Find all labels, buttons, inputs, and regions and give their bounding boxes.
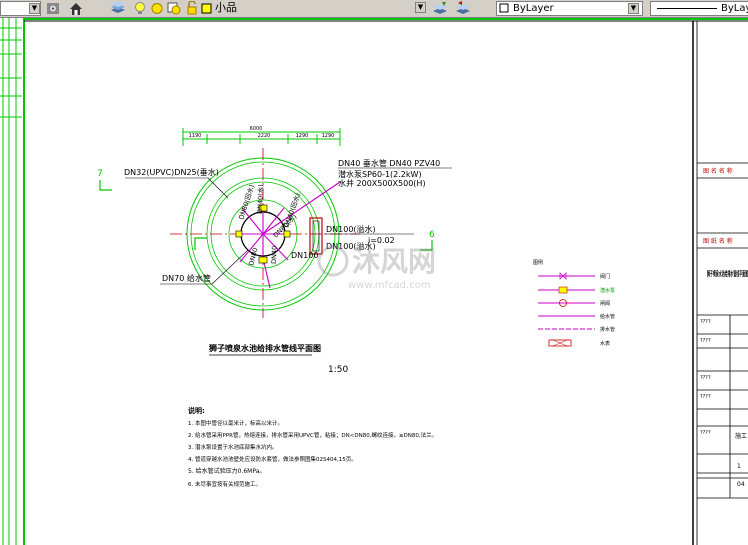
linetype-value: ByLayer: [721, 3, 748, 14]
radial-label-2: DN40(水): [255, 184, 265, 214]
legend-item-3: 闸阀: [600, 300, 610, 307]
left-dropdown[interactable]: ▼: [0, 1, 41, 16]
label-dn100-c: DN100: [291, 251, 318, 260]
note-3: 3. 潜水泵设置于水池底部集水坑内。: [188, 443, 278, 451]
notes: 说明: 1. 本图中管径以毫米计，标高以米计。 2. 给水管采用PPR管，热熔连…: [188, 406, 437, 488]
label-dn70: DN70 给水管: [162, 273, 211, 283]
note-2: 2. 给水管采用PPR管，热熔连接，排水管采用UPVC管，粘接；DN<DN80,…: [188, 431, 437, 439]
cad-drawing: 6000 1190 2220 1290 1290 7 6 DN32(UPVC)D…: [0, 18, 748, 545]
legend-item-5: 排水管: [600, 326, 615, 333]
dim-label-1: 1190: [189, 133, 202, 139]
watermark-cn: 沐风网: [352, 245, 436, 278]
section-mark-right: 6: [429, 230, 435, 240]
legend-item-4: 给水管: [600, 313, 615, 320]
make-current-layer-icon[interactable]: [432, 1, 448, 16]
titleblock-cell-2: ????: [700, 338, 711, 344]
titleblock-cell-5: ????: [700, 430, 711, 436]
dim-label-3: 1290: [296, 133, 309, 139]
label-dn100-a: DN100(溢水): [326, 224, 376, 234]
label-slope: i=0.02: [368, 236, 395, 245]
linetype-dropdown[interactable]: ByLayer: [650, 1, 748, 16]
property-toolbar: ▼ 小品 ▼ ByLayer ▼ ByLayer: [0, 0, 748, 18]
legend-item-6: 水表: [600, 340, 610, 347]
titleblock-cell-6: 施工: [735, 432, 747, 440]
chevron-down-icon: ▼: [415, 2, 426, 13]
left-frame-lines: [0, 18, 22, 545]
note-5: 5. 给水管试验压力0.6MPa。: [188, 467, 265, 475]
unlock-icon[interactable]: [186, 0, 198, 16]
drawing-canvas[interactable]: 6000 1190 2220 1290 1290 7 6 DN32(UPVC)D…: [0, 18, 748, 545]
color-swatch: [499, 3, 509, 13]
radial-label-5: DN80: [247, 247, 259, 267]
notes-title: 说明:: [188, 406, 205, 415]
label-dn32: DN32(UPVC)DN25(垂水): [124, 167, 219, 177]
legend: 图例 阀门 潜水泵 闸阀 给水管 排水管 水表: [533, 259, 615, 347]
dim-label-2: 2220: [258, 133, 271, 139]
chevron-down-icon: ▼: [29, 3, 40, 14]
radial-label-1: DN80(回水): [236, 183, 256, 220]
overall-dim-label: 6000: [250, 126, 263, 132]
titleblock-cell-4: ????: [700, 394, 711, 400]
color-dropdown[interactable]: ByLayer ▼: [496, 1, 643, 16]
titleblock-drawing-title: 狮子喷泉水池给排水管线平面图: [707, 269, 748, 278]
note-6: 6. 未尽事宜按有关规范施工。: [188, 480, 261, 488]
label-pit: 水井 200X500X500(H): [338, 178, 426, 188]
legend-item-1: 阀门: [600, 273, 610, 280]
layer-previous-icon[interactable]: [455, 1, 471, 16]
watermark-url: www.mfcad.com: [348, 280, 431, 291]
layer-properties-icon[interactable]: [45, 1, 61, 16]
plan-title: 狮子喷泉水池给排水管线平面图: [208, 343, 321, 353]
titleblock-cell-8: 04: [737, 481, 745, 488]
titleblock-cell-7: 1: [737, 463, 741, 470]
titleblock-header: 图 名 名 称: [703, 167, 733, 175]
section-mark-left: 7: [97, 169, 103, 179]
home-icon[interactable]: [68, 1, 84, 16]
linetype-sample-line: [657, 8, 717, 9]
dim-label-4: 1290: [322, 133, 335, 139]
label-pump: 潜水泵SP60-1(2.2kW): [338, 169, 422, 179]
sun-thaw-icon[interactable]: [150, 1, 164, 16]
label-dn40: DN40 垂水管 DN40 PZV40: [338, 158, 440, 168]
titleblock-header-2: 图 纸 名 称: [703, 237, 733, 245]
plan-scale: 1:50: [328, 365, 348, 375]
bulb-on-icon[interactable]: [134, 1, 146, 16]
legend-title: 图例: [533, 259, 543, 266]
layer-dropdown[interactable]: 小品 ▼: [199, 1, 429, 16]
titleblock-cell-1: ????: [700, 319, 711, 325]
legend-item-2: 潜水泵: [600, 287, 615, 294]
titleblock-cell-3: ????: [700, 375, 711, 381]
note-1: 1. 本图中管径以毫米计，标高以米计。: [188, 419, 283, 427]
radial-label-6: DN40: [270, 246, 279, 264]
chevron-down-icon: ▼: [628, 3, 639, 14]
layer-name: 小品: [215, 1, 237, 14]
viewport-thaw-icon[interactable]: [167, 1, 181, 16]
layer-states-icon[interactable]: [110, 1, 126, 16]
color-value: ByLayer: [513, 3, 554, 14]
title-block: [697, 162, 748, 499]
note-4: 4. 管道穿越水池池壁处应设防水套管，做法参照图集02S404,15页。: [188, 455, 357, 463]
